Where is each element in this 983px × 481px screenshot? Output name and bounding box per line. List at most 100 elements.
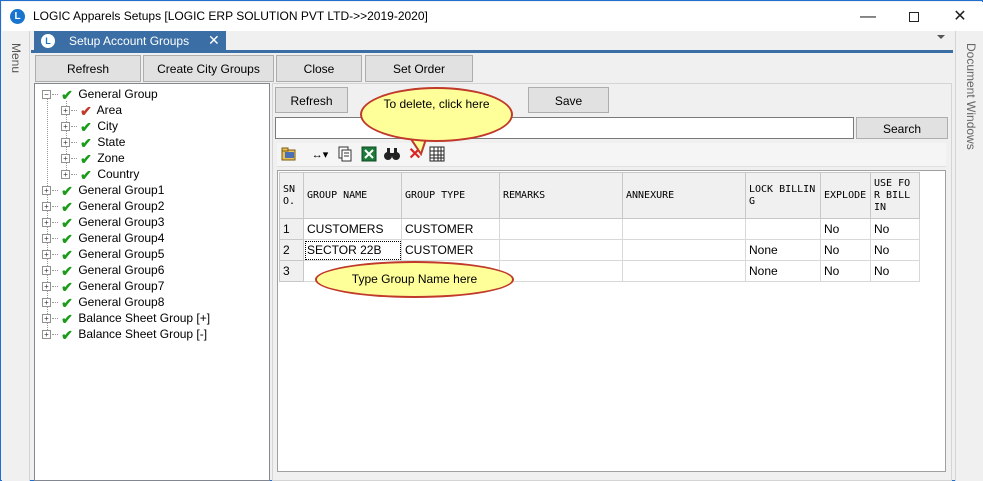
tree-item-label: Zone	[97, 151, 125, 165]
tree-item-group[interactable]: + ✔ General Group4	[42, 230, 164, 247]
cell-group-type[interactable]: CUSTOMER	[401, 239, 500, 261]
column-header-sno[interactable]: SNO.	[279, 172, 304, 219]
close-window-button[interactable]: ✕	[937, 2, 983, 31]
checkmark-icon: ✔	[61, 86, 73, 103]
tree-item-state[interactable]: + ✔ State	[61, 134, 125, 151]
tree-item-zone[interactable]: + ✔ Zone	[61, 150, 125, 167]
grid-refresh-button[interactable]: Refresh	[275, 87, 348, 113]
cell-annexure[interactable]	[622, 218, 746, 240]
tree-item-group[interactable]: + ✔ General Group8	[42, 294, 164, 311]
table-row[interactable]: 1 CUSTOMERS CUSTOMER No No	[279, 218, 920, 240]
column-header-remarks[interactable]: REMARKS	[499, 172, 623, 219]
menu-sidebar[interactable]: Menu	[2, 31, 30, 481]
tree-item-group[interactable]: + ✔ General Group2	[42, 198, 164, 215]
type-name-hint-callout: Type Group Name here	[315, 261, 514, 298]
tree-item-group[interactable]: + ✔ General Group1	[42, 182, 165, 199]
tree-connector	[52, 238, 58, 240]
checkmark-icon: ✔	[61, 326, 73, 343]
cell-remarks[interactable]	[499, 239, 623, 261]
cell-explode[interactable]: No	[820, 218, 871, 240]
column-header-use-for-billing[interactable]: USE FOR BILLIN	[870, 172, 920, 219]
tree-item-group[interactable]: + ✔ General Group3	[42, 214, 165, 231]
create-city-groups-button[interactable]: Create City Groups	[143, 55, 274, 82]
expand-icon[interactable]: +	[61, 170, 70, 180]
document-windows-sidebar[interactable]: Document Windows	[955, 31, 983, 481]
table-row[interactable]: 2 SECTOR 22B CUSTOMER None No No	[279, 239, 920, 261]
grid-icon[interactable]	[429, 146, 445, 164]
expand-icon[interactable]: +	[42, 218, 51, 228]
save-button[interactable]: Save	[528, 87, 609, 113]
cell-remarks[interactable]	[499, 218, 623, 240]
column-header-explode[interactable]: EXPLODE	[820, 172, 871, 219]
expand-icon[interactable]: +	[42, 250, 51, 260]
cell-use-for-billing[interactable]: No	[870, 239, 920, 261]
expand-icon[interactable]: +	[42, 314, 51, 324]
expand-icon[interactable]: +	[42, 234, 51, 244]
tree-item-area[interactable]: + ✔ Area	[61, 102, 122, 119]
expand-icon[interactable]: +	[61, 106, 70, 116]
tree-item-label: General Group7	[78, 279, 165, 293]
folder-icon[interactable]	[281, 146, 297, 164]
cell-lock-billing[interactable]: None	[745, 239, 821, 261]
expand-icon[interactable]: +	[61, 122, 70, 132]
column-header-annexure[interactable]: ANNEXURE	[622, 172, 746, 219]
tab-setup-account-groups[interactable]: L Setup Account Groups ✕	[34, 31, 226, 51]
document-tab-strip: L Setup Account Groups ✕	[31, 31, 953, 53]
collapse-icon[interactable]: −	[42, 90, 51, 100]
find-icon[interactable]	[383, 146, 401, 164]
cell-remarks[interactable]	[499, 260, 623, 282]
cell-annexure[interactable]	[622, 260, 746, 282]
tree-item-country[interactable]: + ✔ Country	[61, 166, 139, 183]
tree-item-label: General Group	[78, 87, 158, 101]
set-order-button[interactable]: Set Order	[365, 55, 473, 82]
expand-icon[interactable]: +	[61, 154, 70, 164]
maximize-button[interactable]	[891, 2, 937, 31]
tree-connector	[52, 286, 58, 288]
cell-lock-billing[interactable]: None	[745, 260, 821, 282]
search-button[interactable]: Search	[856, 117, 948, 139]
delete-hint-callout: To delete, click here	[360, 87, 513, 142]
tree-connector	[52, 302, 58, 304]
tree-item-group[interactable]: + ✔ Balance Sheet Group [-]	[42, 326, 207, 343]
cell-explode[interactable]: No	[820, 260, 871, 282]
column-header-group-type[interactable]: GROUP TYPE	[401, 172, 500, 219]
tree-connector	[52, 270, 58, 272]
tree-item-group[interactable]: + ✔ Balance Sheet Group [+]	[42, 310, 210, 327]
column-header-lock-billing[interactable]: LOCK BILLING	[745, 172, 821, 219]
app-window: L LOGIC Apparels Setups [LOGIC ERP SOLUT…	[0, 0, 983, 481]
cell-explode[interactable]: No	[820, 239, 871, 261]
expand-icon[interactable]: +	[42, 202, 51, 212]
tree-connector	[71, 126, 77, 128]
minimize-button[interactable]: —	[845, 2, 891, 31]
tree-item-city[interactable]: + ✔ City	[61, 118, 118, 135]
expand-icon[interactable]: +	[42, 266, 51, 276]
checkmark-icon: ✔	[61, 294, 73, 311]
excel-icon[interactable]	[361, 146, 377, 164]
cell-group-name[interactable]: SECTOR 22B	[303, 239, 402, 261]
tree-item-group[interactable]: + ✔ General Group6	[42, 262, 164, 279]
expand-icon[interactable]: +	[42, 330, 51, 340]
expand-icon[interactable]: +	[61, 138, 70, 148]
tree-item-group[interactable]: + ✔ General Group7	[42, 278, 165, 295]
tree-item-label: General Group3	[78, 215, 165, 229]
cell-annexure[interactable]	[622, 239, 746, 261]
tree-item-general-group[interactable]: − ✔ General Group	[42, 86, 158, 103]
cell-group-type[interactable]: CUSTOMER	[401, 218, 500, 240]
copy-icon[interactable]	[337, 146, 353, 164]
column-width-icon[interactable]: ↔▾	[307, 146, 333, 164]
tree-item-label: General Group1	[78, 183, 165, 197]
tree-connector	[52, 222, 58, 224]
cell-lock-billing[interactable]	[745, 218, 821, 240]
close-button[interactable]: Close	[276, 55, 362, 82]
cell-use-for-billing[interactable]: No	[870, 260, 920, 282]
tab-list-dropdown-icon[interactable]	[937, 35, 945, 39]
tab-close-icon[interactable]: ✕	[208, 32, 220, 49]
refresh-button[interactable]: Refresh	[35, 55, 141, 82]
tree-item-group[interactable]: + ✔ General Group5	[42, 246, 164, 263]
expand-icon[interactable]: +	[42, 282, 51, 292]
cell-use-for-billing[interactable]: No	[870, 218, 920, 240]
cell-group-name[interactable]: CUSTOMERS	[303, 218, 402, 240]
expand-icon[interactable]: +	[42, 298, 51, 308]
expand-icon[interactable]: +	[42, 186, 51, 196]
column-header-group-name[interactable]: GROUP NAME	[303, 172, 402, 219]
